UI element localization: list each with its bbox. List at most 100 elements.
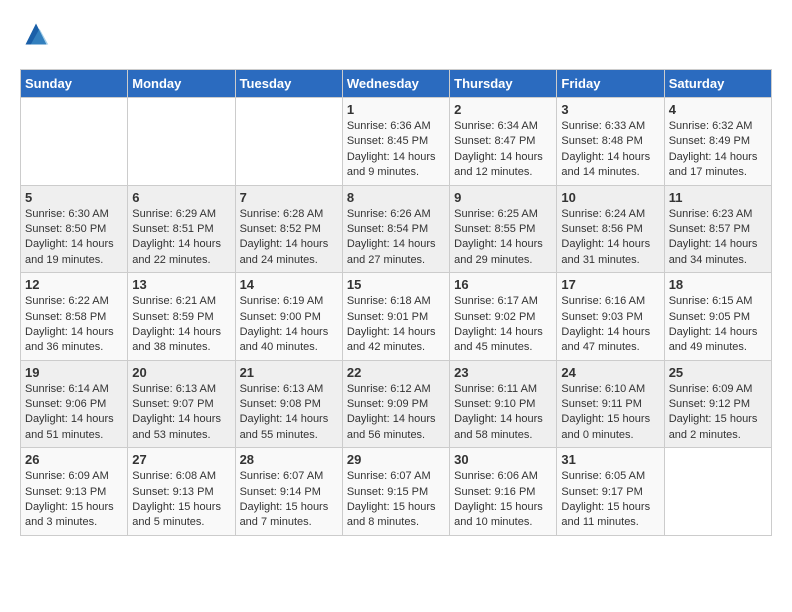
calendar-cell: 8 Sunrise: 6:26 AM Sunset: 8:54 PM Daylig… (342, 185, 449, 273)
day-info: Sunrise: 6:36 AM Sunset: 8:45 PM Dayligh… (347, 119, 445, 181)
calendar-cell: 11Sunrise: 6:23 AM Sunset: 8:57 PM Dayli… (664, 185, 771, 273)
day-number: 2 (454, 102, 552, 117)
calendar-cell (235, 98, 342, 186)
calendar-cell: 30 Sunrise: 6:06 AM Sunset: 9:16 PM Dayli… (450, 448, 557, 536)
logo (20, 20, 50, 53)
day-info: Sunrise: 6:24 AM Sunset: 8:56 PM Dayligh… (561, 207, 659, 269)
calendar-week-2: 5 Sunrise: 6:30 AM Sunset: 8:50 PM Daylig… (21, 185, 772, 273)
day-number: 25 (669, 365, 767, 380)
day-info: Sunrise: 6:05 AM Sunset: 9:17 PM Dayligh… (561, 469, 659, 531)
calendar-cell: 13Sunrise: 6:21 AM Sunset: 8:59 PM Dayli… (128, 273, 235, 361)
day-info: Sunrise: 6:28 AM Sunset: 8:52 PM Dayligh… (240, 207, 338, 269)
day-number: 5 (25, 190, 123, 205)
calendar-week-5: 26Sunrise: 6:09 AM Sunset: 9:13 PM Dayli… (21, 448, 772, 536)
day-info: Sunrise: 6:07 AM Sunset: 9:15 PM Dayligh… (347, 469, 445, 531)
day-number: 16 (454, 277, 552, 292)
calendar-cell: 25 Sunrise: 6:09 AM Sunset: 9:12 PM Dayli… (664, 360, 771, 448)
calendar-week-3: 12 Sunrise: 6:22 AM Sunset: 8:58 PM Dayli… (21, 273, 772, 361)
day-info: Sunrise: 6:08 AM Sunset: 9:13 PM Dayligh… (132, 469, 230, 531)
day-info: Sunrise: 6:10 AM Sunset: 9:11 PM Dayligh… (561, 382, 659, 444)
calendar-cell: 16Sunrise: 6:17 AM Sunset: 9:02 PM Dayli… (450, 273, 557, 361)
day-info: Sunrise: 6:13 AM Sunset: 9:08 PM Dayligh… (240, 382, 338, 444)
calendar-header-row: SundayMondayTuesdayWednesdayThursdayFrid… (21, 70, 772, 98)
weekday-header-friday: Friday (557, 70, 664, 98)
calendar-cell: 7 Sunrise: 6:28 AM Sunset: 8:52 PM Daylig… (235, 185, 342, 273)
calendar-cell (664, 448, 771, 536)
weekday-header-monday: Monday (128, 70, 235, 98)
day-info: Sunrise: 6:19 AM Sunset: 9:00 PM Dayligh… (240, 294, 338, 356)
calendar-cell: 18 Sunrise: 6:15 AM Sunset: 9:05 PM Dayli… (664, 273, 771, 361)
day-info: Sunrise: 6:18 AM Sunset: 9:01 PM Dayligh… (347, 294, 445, 356)
weekday-header-wednesday: Wednesday (342, 70, 449, 98)
day-info: Sunrise: 6:26 AM Sunset: 8:54 PM Dayligh… (347, 207, 445, 269)
calendar-cell: 27 Sunrise: 6:08 AM Sunset: 9:13 PM Dayli… (128, 448, 235, 536)
day-info: Sunrise: 6:33 AM Sunset: 8:48 PM Dayligh… (561, 119, 659, 181)
day-info: Sunrise: 6:15 AM Sunset: 9:05 PM Dayligh… (669, 294, 767, 356)
day-number: 27 (132, 452, 230, 467)
day-number: 3 (561, 102, 659, 117)
day-info: Sunrise: 6:22 AM Sunset: 8:58 PM Dayligh… (25, 294, 123, 356)
day-number: 1 (347, 102, 445, 117)
day-number: 18 (669, 277, 767, 292)
calendar-cell: 20 Sunrise: 6:13 AM Sunset: 9:07 PM Dayli… (128, 360, 235, 448)
day-info: Sunrise: 6:09 AM Sunset: 9:13 PM Dayligh… (25, 469, 123, 531)
day-number: 17 (561, 277, 659, 292)
day-number: 12 (25, 277, 123, 292)
day-info: Sunrise: 6:09 AM Sunset: 9:12 PM Dayligh… (669, 382, 767, 444)
weekday-header-tuesday: Tuesday (235, 70, 342, 98)
day-info: Sunrise: 6:11 AM Sunset: 9:10 PM Dayligh… (454, 382, 552, 444)
day-info: Sunrise: 6:13 AM Sunset: 9:07 PM Dayligh… (132, 382, 230, 444)
calendar-cell (21, 98, 128, 186)
calendar-week-4: 19Sunrise: 6:14 AM Sunset: 9:06 PM Dayli… (21, 360, 772, 448)
day-number: 31 (561, 452, 659, 467)
calendar-cell: 5 Sunrise: 6:30 AM Sunset: 8:50 PM Daylig… (21, 185, 128, 273)
weekday-header-sunday: Sunday (21, 70, 128, 98)
day-info: Sunrise: 6:25 AM Sunset: 8:55 PM Dayligh… (454, 207, 552, 269)
day-number: 6 (132, 190, 230, 205)
page-header (20, 20, 772, 53)
day-info: Sunrise: 6:23 AM Sunset: 8:57 PM Dayligh… (669, 207, 767, 269)
calendar-cell: 3 Sunrise: 6:33 AM Sunset: 8:48 PM Daylig… (557, 98, 664, 186)
calendar-cell: 12 Sunrise: 6:22 AM Sunset: 8:58 PM Dayli… (21, 273, 128, 361)
calendar-week-1: 1 Sunrise: 6:36 AM Sunset: 8:45 PM Daylig… (21, 98, 772, 186)
day-number: 7 (240, 190, 338, 205)
day-number: 23 (454, 365, 552, 380)
weekday-header-thursday: Thursday (450, 70, 557, 98)
day-number: 24 (561, 365, 659, 380)
day-number: 29 (347, 452, 445, 467)
day-info: Sunrise: 6:29 AM Sunset: 8:51 PM Dayligh… (132, 207, 230, 269)
calendar-cell: 4Sunrise: 6:32 AM Sunset: 8:49 PM Daylig… (664, 98, 771, 186)
calendar-cell: 10 Sunrise: 6:24 AM Sunset: 8:56 PM Dayli… (557, 185, 664, 273)
day-number: 22 (347, 365, 445, 380)
day-info: Sunrise: 6:16 AM Sunset: 9:03 PM Dayligh… (561, 294, 659, 356)
day-number: 8 (347, 190, 445, 205)
logo-icon (22, 20, 50, 48)
calendar-cell: 6 Sunrise: 6:29 AM Sunset: 8:51 PM Daylig… (128, 185, 235, 273)
day-info: Sunrise: 6:34 AM Sunset: 8:47 PM Dayligh… (454, 119, 552, 181)
day-number: 15 (347, 277, 445, 292)
day-number: 21 (240, 365, 338, 380)
calendar-cell: 28Sunrise: 6:07 AM Sunset: 9:14 PM Dayli… (235, 448, 342, 536)
calendar-cell: 9Sunrise: 6:25 AM Sunset: 8:55 PM Daylig… (450, 185, 557, 273)
calendar-cell: 22Sunrise: 6:12 AM Sunset: 9:09 PM Dayli… (342, 360, 449, 448)
day-info: Sunrise: 6:30 AM Sunset: 8:50 PM Dayligh… (25, 207, 123, 269)
calendar-cell: 21 Sunrise: 6:13 AM Sunset: 9:08 PM Dayli… (235, 360, 342, 448)
day-info: Sunrise: 6:06 AM Sunset: 9:16 PM Dayligh… (454, 469, 552, 531)
calendar-cell: 31 Sunrise: 6:05 AM Sunset: 9:17 PM Dayli… (557, 448, 664, 536)
day-number: 20 (132, 365, 230, 380)
calendar-cell: 24 Sunrise: 6:10 AM Sunset: 9:11 PM Dayli… (557, 360, 664, 448)
calendar-cell: 1 Sunrise: 6:36 AM Sunset: 8:45 PM Daylig… (342, 98, 449, 186)
calendar-cell: 2 Sunrise: 6:34 AM Sunset: 8:47 PM Daylig… (450, 98, 557, 186)
day-number: 10 (561, 190, 659, 205)
calendar-cell (128, 98, 235, 186)
calendar-cell: 23 Sunrise: 6:11 AM Sunset: 9:10 PM Dayli… (450, 360, 557, 448)
day-number: 28 (240, 452, 338, 467)
day-number: 13 (132, 277, 230, 292)
day-info: Sunrise: 6:32 AM Sunset: 8:49 PM Dayligh… (669, 119, 767, 181)
calendar-cell: 29 Sunrise: 6:07 AM Sunset: 9:15 PM Dayli… (342, 448, 449, 536)
day-number: 30 (454, 452, 552, 467)
calendar-cell: 15 Sunrise: 6:18 AM Sunset: 9:01 PM Dayli… (342, 273, 449, 361)
calendar-cell: 17 Sunrise: 6:16 AM Sunset: 9:03 PM Dayli… (557, 273, 664, 361)
calendar-cell: 19Sunrise: 6:14 AM Sunset: 9:06 PM Dayli… (21, 360, 128, 448)
calendar-cell: 14Sunrise: 6:19 AM Sunset: 9:00 PM Dayli… (235, 273, 342, 361)
